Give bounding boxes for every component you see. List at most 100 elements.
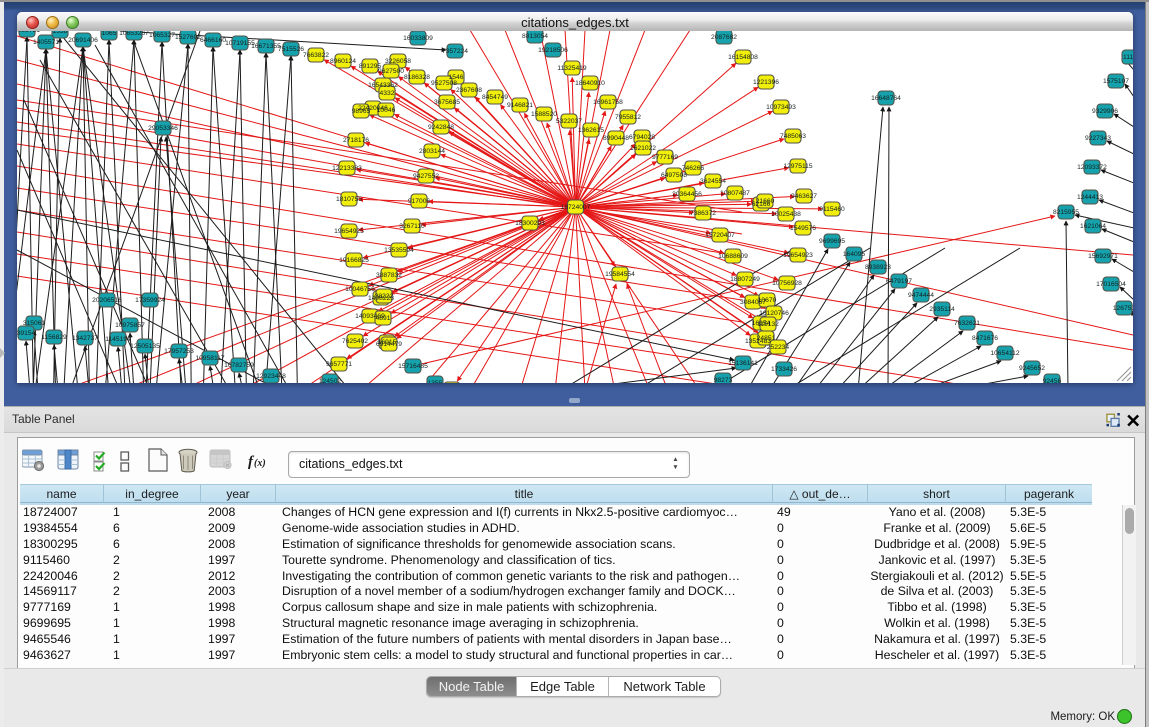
svg-text:6914479: 6914479 — [376, 341, 402, 348]
svg-text:17016504: 17016504 — [1096, 281, 1126, 288]
svg-text:17359924: 17359924 — [135, 297, 165, 304]
svg-text:16154808: 16154808 — [728, 54, 758, 61]
svg-text:11325419: 11325419 — [557, 65, 587, 72]
svg-text:16648764: 16648764 — [871, 95, 901, 102]
svg-text:18724007: 18724007 — [561, 204, 591, 211]
svg-text:10807487: 10807487 — [720, 190, 750, 197]
svg-text:7485063: 7485063 — [780, 133, 806, 140]
svg-text:1588520: 1588520 — [531, 111, 557, 118]
svg-text:1156829: 1156829 — [41, 334, 67, 341]
svg-text:8454749: 8454749 — [482, 94, 508, 101]
svg-text:21660: 21660 — [756, 198, 775, 205]
svg-text:2055721: 2055721 — [17, 31, 40, 34]
svg-text:18807249: 18807249 — [730, 276, 760, 283]
svg-text:92456: 92456 — [1043, 378, 1062, 383]
svg-text:9329906: 9329906 — [1092, 108, 1118, 115]
svg-text:8215955: 8215955 — [1053, 209, 1079, 216]
svg-text:12093372: 12093372 — [1077, 164, 1107, 171]
svg-text:38222: 38222 — [375, 293, 394, 300]
svg-text:3624554: 3624554 — [700, 178, 726, 185]
svg-text:2803144: 2803144 — [419, 148, 445, 155]
svg-text:16543362: 16543362 — [368, 82, 398, 89]
svg-text:124502: 124502 — [319, 378, 342, 383]
svg-text:7955812: 7955812 — [615, 114, 641, 121]
svg-text:19654925: 19654925 — [334, 228, 364, 235]
svg-text:4891: 4891 — [376, 315, 391, 322]
svg-text:1362615: 1362615 — [578, 127, 604, 134]
svg-text:19654923: 19654923 — [783, 252, 813, 259]
svg-text:15692971: 15692971 — [1088, 253, 1118, 260]
svg-text:1112: 1112 — [1123, 54, 1133, 61]
svg-text:18640910: 18640910 — [575, 80, 605, 87]
svg-text:5322037: 5322037 — [556, 118, 582, 125]
svg-text:9527508: 9527508 — [431, 80, 457, 87]
svg-text:19218506: 19218506 — [538, 47, 568, 54]
svg-text:1405571: 1405571 — [33, 39, 59, 46]
svg-text:10975857: 10975857 — [115, 322, 145, 329]
svg-text:9427552: 9427552 — [413, 173, 439, 180]
svg-text:98273: 98273 — [714, 377, 733, 383]
svg-text:6466160: 6466160 — [200, 37, 226, 44]
svg-text:12923448: 12923448 — [256, 373, 286, 380]
svg-text:9227343: 9227343 — [1085, 135, 1111, 142]
svg-text:29053346: 29053346 — [148, 125, 178, 132]
svg-text:1621064: 1621064 — [1080, 223, 1106, 230]
svg-text:13535594: 13535594 — [384, 247, 414, 254]
svg-text:1527602: 1527602 — [175, 34, 201, 41]
svg-text:8186328: 8186328 — [404, 74, 430, 81]
svg-text:164095: 164095 — [843, 251, 866, 258]
svg-text:1342737: 1342737 — [72, 335, 98, 342]
svg-text:8813054: 8813054 — [522, 33, 548, 40]
svg-text:4332: 4332 — [380, 90, 395, 97]
svg-text:16961758: 16961758 — [593, 99, 623, 106]
svg-text:6794028: 6794028 — [629, 134, 655, 141]
svg-text:20364456: 20364456 — [672, 191, 702, 198]
svg-text:10756928: 10756928 — [772, 280, 802, 287]
svg-text:115132: 115132 — [757, 321, 779, 328]
svg-text:9474444: 9474444 — [908, 292, 934, 299]
svg-text:7515526: 7515526 — [278, 46, 304, 53]
svg-text:1065327: 1065327 — [149, 32, 175, 39]
svg-text:315061: 315061 — [23, 320, 46, 327]
svg-text:252234: 252234 — [767, 344, 790, 351]
svg-text:12505135: 12505135 — [130, 343, 160, 350]
svg-text:10046: 10046 — [377, 107, 396, 114]
svg-text:16120746: 16120746 — [759, 310, 789, 317]
svg-text:1065: 1065 — [102, 31, 117, 37]
svg-text:24851: 24851 — [757, 335, 776, 342]
svg-text:6479197: 6479197 — [886, 278, 912, 285]
svg-text:746266: 746266 — [682, 165, 705, 172]
svg-text:10958117: 10958117 — [195, 355, 225, 362]
svg-text:1338: 1338 — [53, 31, 68, 35]
svg-text:10688609: 10688609 — [718, 253, 748, 260]
svg-text:8990448: 8990448 — [603, 135, 629, 142]
svg-text:8960124: 8960124 — [330, 58, 356, 65]
svg-text:15136141: 15136141 — [728, 360, 758, 367]
svg-text:3226058: 3226058 — [385, 58, 411, 65]
svg-text:16033809: 16033809 — [403, 35, 433, 42]
svg-text:7632621: 7632621 — [954, 320, 980, 327]
svg-text:917006: 917006 — [408, 198, 431, 205]
svg-text:1621022: 1621022 — [630, 145, 656, 152]
svg-text:1244413: 1244413 — [1077, 194, 1103, 201]
svg-text:20206516: 20206516 — [92, 297, 122, 304]
svg-text:7386372: 7386372 — [690, 210, 716, 217]
svg-text:9245652: 9245652 — [1019, 365, 1045, 372]
svg-text:3267110: 3267110 — [399, 223, 425, 230]
svg-text:16671355: 16671355 — [251, 43, 281, 50]
svg-text:1549576: 1549576 — [790, 225, 816, 232]
svg-text:9657771: 9657771 — [326, 361, 352, 368]
svg-text:17957253: 17957253 — [164, 348, 194, 355]
svg-text:3887832: 3887832 — [376, 272, 402, 279]
svg-text:126753: 126753 — [1113, 305, 1133, 312]
svg-text:15720407: 15720407 — [705, 232, 735, 239]
svg-text:9627500: 9627500 — [378, 68, 404, 75]
svg-text:9115460: 9115460 — [819, 206, 845, 213]
svg-text:1145194: 1145194 — [105, 336, 131, 343]
svg-text:10973493: 10973493 — [766, 104, 796, 111]
svg-text:8471676: 8471676 — [972, 335, 998, 342]
svg-text:19166825: 19166825 — [339, 257, 369, 264]
svg-text:7625402: 7625402 — [342, 338, 368, 345]
svg-text:8938923: 8938923 — [865, 264, 891, 271]
svg-text:1221396: 1221396 — [753, 79, 779, 86]
